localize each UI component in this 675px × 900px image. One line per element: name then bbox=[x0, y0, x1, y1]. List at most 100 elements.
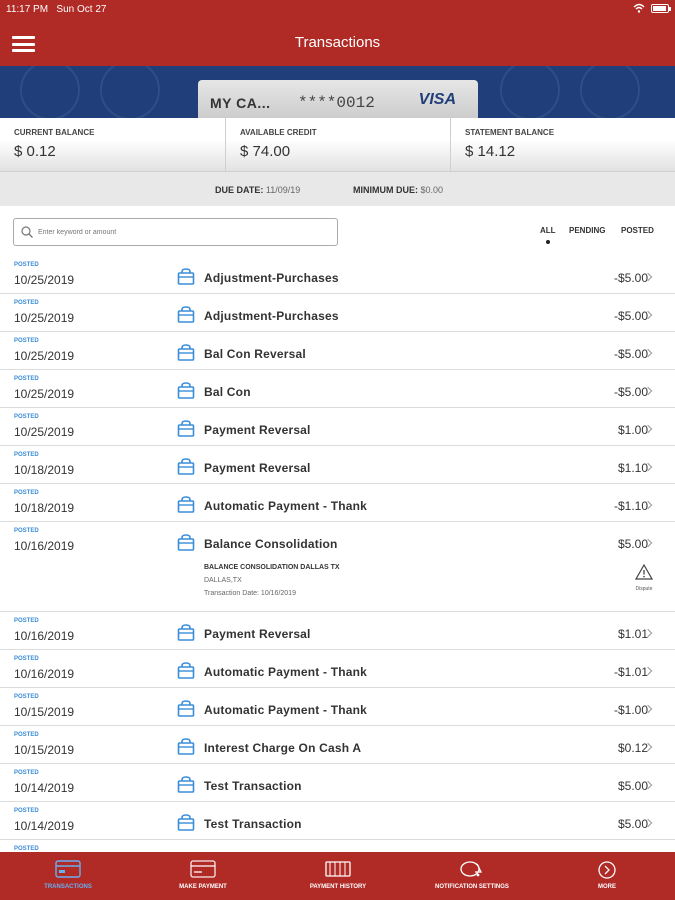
transaction-amount: $1.00 bbox=[617, 423, 648, 437]
transaction-date: 10/25/2019 bbox=[14, 311, 75, 325]
available-credit: AVAILABLE CREDIT $ 74.00 bbox=[225, 118, 450, 172]
transaction-amount: $5.00 bbox=[617, 779, 648, 793]
transaction-description: Test Transaction bbox=[204, 817, 302, 831]
table-row[interactable]: POSTED 10/25/2019 Adjustment-Purchases -$5.… bbox=[0, 256, 675, 294]
transaction-status: POSTED bbox=[14, 656, 39, 662]
balance-summary: CURRENT BALANCE $ 0.12 AVAILABLE CREDIT … bbox=[0, 118, 675, 172]
transaction-amount: -$5.00 bbox=[613, 271, 648, 285]
wifi-icon bbox=[633, 3, 645, 13]
transaction-date: 10/15/2019 bbox=[14, 743, 75, 757]
table-row[interactable]: POSTED 10/25/2019 Adjustment-Purchases -$5.… bbox=[0, 294, 675, 332]
transaction-description: Adjustment-Purchases bbox=[204, 271, 339, 285]
shopping-bag-icon bbox=[177, 458, 195, 475]
transaction-amount: -$1.01 bbox=[613, 665, 648, 679]
transaction-amount: -$5.00 bbox=[613, 385, 648, 399]
table-row[interactable]: POSTED 10/25/2019 Payment Reversal $1.00 bbox=[0, 408, 675, 446]
tab-transactions[interactable]: TRANSACTIONS bbox=[8, 852, 128, 900]
shopping-bag-icon bbox=[177, 534, 195, 551]
transaction-description: Payment Reversal bbox=[204, 461, 311, 475]
transaction-date: 10/14/2019 bbox=[14, 781, 75, 795]
transaction-status: POSTED bbox=[14, 300, 39, 306]
search-input[interactable] bbox=[38, 228, 318, 236]
due-date: DUE DATE: 11/09/19 bbox=[215, 185, 301, 195]
table-row[interactable]: POSTED 10/14/2019 Test Transaction $5.00 bbox=[0, 802, 675, 840]
card-icon bbox=[55, 860, 81, 878]
transaction-date: 10/18/2019 bbox=[14, 463, 75, 477]
search-icon bbox=[21, 226, 33, 238]
table-row[interactable]: POSTED 10/15/2019 Interest Charge On Cash … bbox=[0, 726, 675, 764]
transaction-amount: $1.01 bbox=[617, 627, 648, 641]
transaction-date: 10/25/2019 bbox=[14, 425, 75, 439]
shopping-bag-icon bbox=[177, 344, 195, 361]
tab-payment-history[interactable]: PAYMENT HISTORY bbox=[278, 852, 398, 900]
transaction-date: 10/15/2019 bbox=[14, 705, 75, 719]
transaction-status: POSTED bbox=[14, 732, 39, 738]
payment-icon bbox=[190, 860, 216, 878]
shopping-bag-icon bbox=[177, 306, 195, 323]
transaction-status: POSTED bbox=[14, 376, 39, 382]
tab-notification-settings[interactable]: NOTIFICATION SETTINGS bbox=[412, 852, 532, 900]
transaction-date: 10/25/2019 bbox=[14, 387, 75, 401]
transaction-date: 10/14/2019 bbox=[14, 819, 75, 833]
transaction-status: POSTED bbox=[14, 528, 39, 534]
table-row[interactable]: POSTED bbox=[0, 840, 675, 852]
table-row[interactable]: POSTED 10/25/2019 Bal Con -$5.00 bbox=[0, 370, 675, 408]
transaction-amount: -$1.10 bbox=[613, 499, 648, 513]
battery-icon bbox=[651, 3, 671, 13]
filter-pending[interactable]: PENDING bbox=[569, 226, 605, 235]
table-row[interactable]: POSTED 10/16/2019 Automatic Payment - Than… bbox=[0, 650, 675, 688]
current-balance: CURRENT BALANCE $ 0.12 bbox=[14, 128, 95, 160]
transaction-date: 10/25/2019 bbox=[14, 273, 75, 287]
shopping-bag-icon bbox=[177, 268, 195, 285]
warning-icon bbox=[634, 563, 654, 580]
table-row[interactable]: POSTED 10/16/2019 Payment Reversal $1.01 bbox=[0, 612, 675, 650]
transaction-status: POSTED bbox=[14, 262, 39, 268]
transaction-description: Adjustment-Purchases bbox=[204, 309, 339, 323]
transaction-description: Interest Charge On Cash A bbox=[204, 741, 362, 755]
chat-bell-icon bbox=[460, 861, 483, 877]
transaction-detail-date: Transaction Date: 10/16/2019 bbox=[204, 590, 296, 597]
transaction-status: POSTED bbox=[14, 414, 39, 420]
card-name: MY CA... bbox=[210, 95, 271, 111]
table-row[interactable]: POSTED 10/14/2019 Test Transaction $5.00 bbox=[0, 764, 675, 802]
transaction-status: POSTED bbox=[14, 490, 39, 496]
transaction-description: Test Transaction bbox=[204, 779, 302, 793]
visa-logo: VISA bbox=[418, 91, 456, 108]
transaction-amount: $0.12 bbox=[617, 741, 648, 755]
filter-all[interactable]: ALL bbox=[540, 226, 556, 235]
transaction-description: Automatic Payment - Thank bbox=[204, 665, 368, 679]
transaction-date: 10/16/2019 bbox=[14, 539, 75, 553]
shopping-bag-icon bbox=[177, 496, 195, 513]
status-bar: 11:17 PM Sun Oct 27 bbox=[0, 0, 675, 20]
transaction-location: DALLAS,TX bbox=[204, 577, 242, 584]
more-icon bbox=[598, 861, 616, 879]
transaction-amount: $5.00 bbox=[617, 817, 648, 831]
shopping-bag-icon bbox=[177, 420, 195, 437]
shopping-bag-icon bbox=[177, 624, 195, 641]
transaction-status: POSTED bbox=[14, 770, 39, 776]
dispute-button[interactable]: Dispute bbox=[630, 563, 658, 592]
active-filter-indicator bbox=[546, 240, 550, 244]
table-row[interactable]: POSTED 10/18/2019 Automatic Payment - Than… bbox=[0, 484, 675, 522]
transaction-description: Bal Con bbox=[204, 385, 251, 399]
filter-posted[interactable]: POSTED bbox=[621, 226, 654, 235]
table-row[interactable]: POSTED 10/16/2019 Balance Consolidation $5.… bbox=[0, 522, 675, 612]
transaction-list[interactable]: POSTED 10/25/2019 Adjustment-Purchases -$5.… bbox=[0, 256, 675, 852]
bottom-tab-bar: TRANSACTIONS MAKE PAYMENT PAYMENT HISTOR… bbox=[0, 852, 675, 900]
table-row[interactable]: POSTED 10/18/2019 Payment Reversal $1.10 bbox=[0, 446, 675, 484]
table-row[interactable]: POSTED 10/15/2019 Automatic Payment - Than… bbox=[0, 688, 675, 726]
transaction-description: Balance Consolidation bbox=[204, 537, 338, 551]
tab-more[interactable]: MORE bbox=[547, 852, 667, 900]
transaction-date: 10/16/2019 bbox=[14, 629, 75, 643]
table-row[interactable]: POSTED 10/25/2019 Bal Con Reversal -$5.00 bbox=[0, 332, 675, 370]
tab-make-payment[interactable]: MAKE PAYMENT bbox=[143, 852, 263, 900]
transaction-amount: $5.00 bbox=[617, 537, 648, 551]
transaction-date: 10/25/2019 bbox=[14, 349, 75, 363]
due-info-bar: DUE DATE: 11/09/19 MINIMUM DUE: $0.00 bbox=[0, 172, 675, 206]
transaction-amount: -$5.00 bbox=[613, 347, 648, 361]
status-icons bbox=[633, 3, 671, 13]
shopping-bag-icon bbox=[177, 662, 195, 679]
search-box[interactable] bbox=[13, 218, 338, 246]
app-root: 11:17 PM Sun Oct 27 Transactions MY CA..… bbox=[0, 0, 675, 900]
transaction-description: Payment Reversal bbox=[204, 627, 311, 641]
